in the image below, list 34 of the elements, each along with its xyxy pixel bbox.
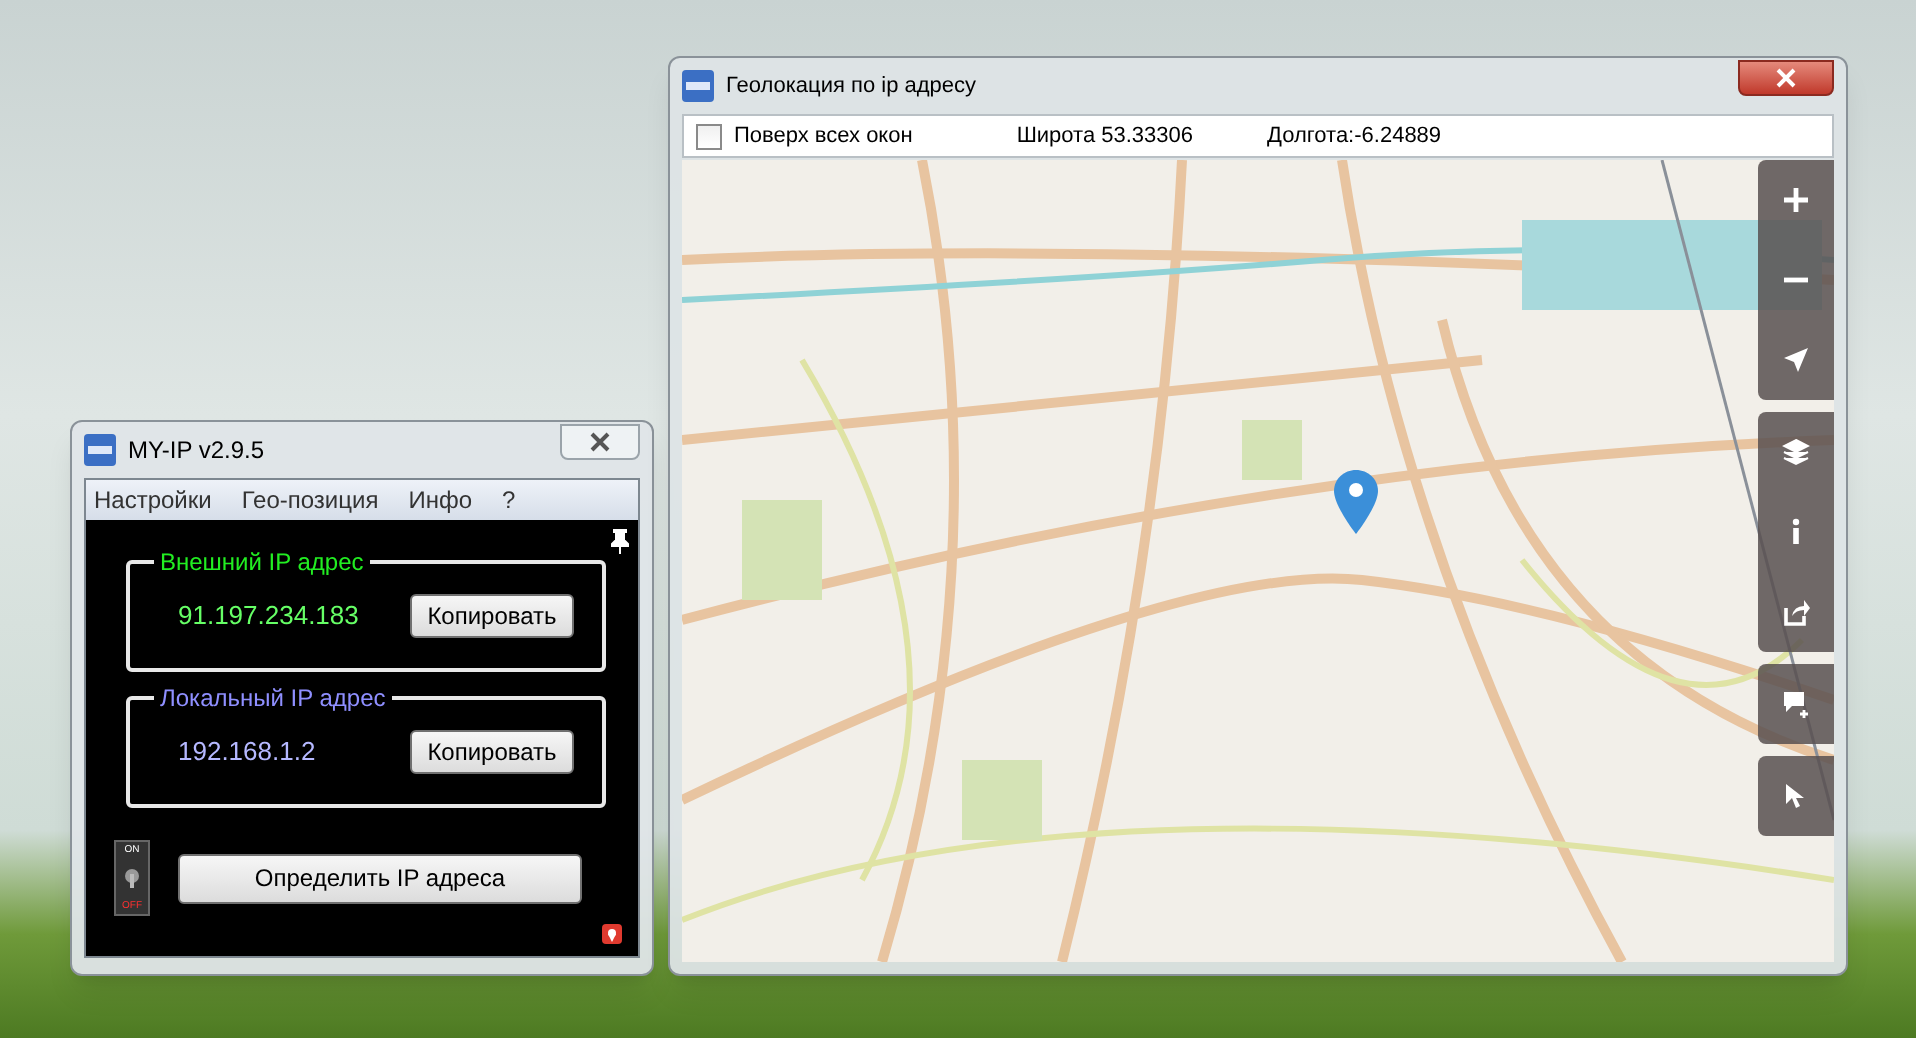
group-label: Внешний IP адрес (154, 546, 370, 578)
copy-button[interactable]: Копировать (410, 594, 574, 638)
share-icon (1782, 598, 1810, 626)
checkbox-label: Поверх всех окон (734, 121, 913, 152)
group-label: Локальный IP адрес (154, 682, 392, 714)
pin-icon (610, 528, 630, 556)
close-icon (590, 432, 610, 452)
app-logo-icon (682, 70, 714, 102)
lever-icon (124, 868, 140, 888)
navigation-arrow-icon (1782, 346, 1810, 374)
app-logo-icon (84, 434, 116, 466)
window-title: MY-IP v2.9.5 (128, 434, 265, 468)
detect-button[interactable]: Определить IP адреса (178, 853, 582, 903)
close-icon (1776, 68, 1796, 88)
ip-address: 192.168.1.2 (178, 734, 316, 771)
ip-address: 91.197.234.183 (178, 598, 359, 635)
menu-item[interactable]: Инфо (408, 482, 473, 518)
location-icon (602, 924, 622, 944)
close-button[interactable] (1738, 60, 1834, 96)
menu-item[interactable]: Настройки (94, 482, 212, 518)
close-button[interactable] (560, 424, 640, 460)
map-control-button[interactable] (1758, 664, 1834, 744)
stay-on-top-checkbox[interactable] (696, 123, 722, 149)
map-pin-icon (1334, 470, 1378, 534)
menu-item[interactable]: Гео-позиция (241, 482, 379, 518)
layers-icon (1782, 438, 1810, 466)
latitude-text: Широта 53.33306 (1016, 121, 1194, 152)
add-note-icon (1782, 690, 1810, 718)
map-control-button[interactable] (1758, 756, 1834, 836)
zoom-in-icon (1782, 186, 1810, 214)
window-title: Геолокация по ip адресу (726, 71, 977, 102)
menu-item[interactable]: ? (502, 482, 516, 518)
copy-button[interactable]: Копировать (410, 730, 574, 774)
longitude-text: Долгота:-6.24889 (1267, 121, 1442, 152)
